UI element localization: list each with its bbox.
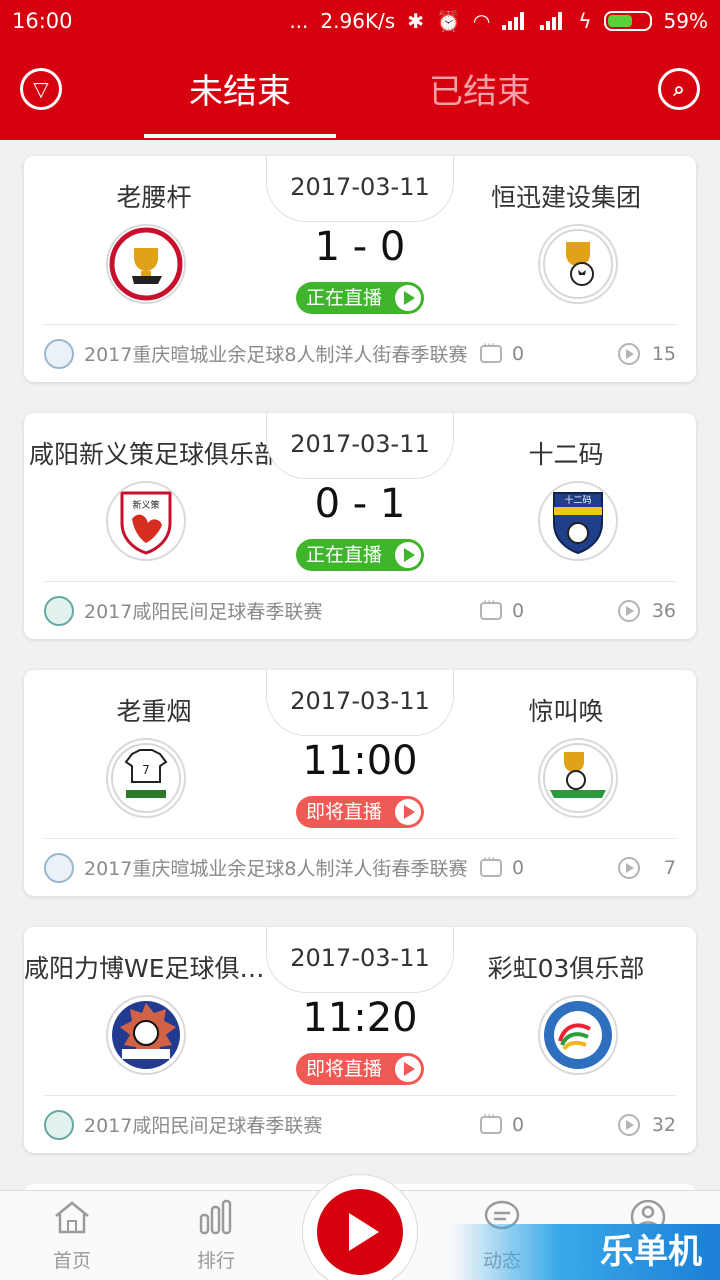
view-count: 32 bbox=[651, 1113, 676, 1136]
play-icon bbox=[395, 799, 421, 825]
tab-unfinished[interactable]: 未结束 bbox=[144, 64, 336, 124]
status-indicators: ... 2.96K/s ✱ ⏰ ◠ ϟ 59% bbox=[289, 9, 708, 33]
status-dots: ... bbox=[289, 9, 309, 33]
play-icon bbox=[395, 1056, 421, 1082]
app-header: ▽ 未结束 已结束 ⌕ bbox=[0, 42, 720, 140]
status-bar: 16:00 ... 2.96K/s ✱ ⏰ ◠ ϟ 59% bbox=[0, 0, 720, 42]
league-icon bbox=[44, 1109, 74, 1140]
league-icon bbox=[44, 595, 74, 626]
away-team-logo bbox=[538, 224, 618, 304]
match-card[interactable]: 咸阳力博WE足球俱乐部 2017-03-11 彩虹03俱乐部 11:20 即将直… bbox=[24, 927, 696, 1153]
battery-percent: 59% bbox=[663, 9, 708, 33]
upcoming-status-button[interactable]: 即将直播 bbox=[296, 1053, 424, 1085]
search-icon[interactable]: ⌕ bbox=[658, 68, 700, 110]
home-team-logo bbox=[106, 224, 186, 304]
comment-icon[interactable] bbox=[480, 852, 502, 877]
home-team-logo: 新义策 bbox=[106, 481, 186, 561]
upcoming-status-label: 即将直播 bbox=[306, 801, 383, 823]
play-icon bbox=[317, 1189, 403, 1275]
play-count-icon bbox=[617, 599, 640, 622]
network-speed: 2.96K/s bbox=[320, 9, 396, 33]
match-date: 2017-03-11 bbox=[266, 156, 454, 222]
view-count: 7 bbox=[663, 856, 676, 879]
play-count-icon bbox=[618, 856, 640, 879]
home-icon bbox=[55, 1201, 89, 1234]
comment-count: 0 bbox=[512, 599, 525, 622]
match-card[interactable]: 咸阳新义策足球俱乐部 2017-03-11 十二码 新义策 0 - 1 正在直播… bbox=[24, 413, 696, 639]
ranking-icon bbox=[199, 1199, 232, 1235]
nav-rank[interactable]: 排行 bbox=[166, 1199, 266, 1273]
away-team-name: 彩虹03俱乐部 bbox=[487, 954, 645, 983]
away-team-name: 十二码 bbox=[528, 440, 604, 469]
nav-rank-label: 排行 bbox=[196, 1250, 235, 1272]
center-play-button[interactable] bbox=[302, 1174, 418, 1280]
view-count: 15 bbox=[651, 342, 676, 365]
live-status-button[interactable]: 正在直播 bbox=[296, 539, 424, 571]
home-team-name: 老腰杆 bbox=[116, 183, 192, 212]
signal-icon bbox=[502, 12, 528, 30]
play-icon bbox=[395, 542, 421, 568]
comment-icon[interactable] bbox=[480, 595, 502, 620]
live-status-label: 正在直播 bbox=[306, 544, 383, 566]
match-footer: 2017重庆暄城业余足球8人制洋人街春季联赛 0 15 bbox=[44, 324, 676, 382]
live-status-label: 正在直播 bbox=[306, 287, 383, 309]
match-card[interactable]: 老腰杆 2017-03-11 恒迅建设集团 1 - 0 正在直播 2017重庆暄… bbox=[24, 156, 696, 382]
match-footer: 2017重庆暄城业余足球8人制洋人街春季联赛 0 7 bbox=[44, 838, 676, 896]
comment-count: 0 bbox=[512, 856, 525, 879]
match-card[interactable]: 老重烟 2017-03-11 惊叫唤 7 11:00 即将直播 2017重庆暄城… bbox=[24, 670, 696, 896]
home-team-name: 咸阳力博WE足球俱乐部 bbox=[24, 954, 284, 983]
league-name[interactable]: 2017重庆暄城业余足球8人制洋人街春季联赛 bbox=[84, 854, 474, 881]
nav-home[interactable]: 首页 bbox=[22, 1199, 122, 1273]
home-team-name: 老重烟 bbox=[116, 697, 192, 726]
play-icon bbox=[395, 285, 421, 311]
league-name[interactable]: 2017咸阳民间足球春季联赛 bbox=[84, 597, 474, 624]
home-team-logo: 7 bbox=[106, 738, 186, 818]
live-status-button[interactable]: 正在直播 bbox=[296, 282, 424, 314]
comment-icon[interactable] bbox=[480, 1109, 502, 1134]
score: 0 - 1 bbox=[314, 481, 406, 527]
play-count-icon bbox=[617, 1113, 640, 1136]
upcoming-status-label: 即将直播 bbox=[306, 1058, 383, 1080]
kickoff-time: 11:00 bbox=[302, 738, 418, 784]
away-team-name: 恒迅建设集团 bbox=[490, 183, 641, 212]
signal-icon-2 bbox=[540, 12, 566, 30]
alarm-icon: ⏰ bbox=[435, 9, 461, 33]
svg-text:新义策: 新义策 bbox=[132, 499, 159, 511]
battery-icon bbox=[603, 11, 652, 31]
charging-icon: ϟ bbox=[578, 9, 592, 33]
comment-icon[interactable] bbox=[480, 338, 502, 363]
league-name[interactable]: 2017重庆暄城业余足球8人制洋人街春季联赛 bbox=[84, 340, 474, 367]
svg-text:7: 7 bbox=[142, 763, 150, 777]
filter-icon[interactable]: ▽ bbox=[20, 68, 62, 110]
match-date: 2017-03-11 bbox=[266, 927, 454, 993]
bluetooth-icon: ✱ bbox=[407, 9, 424, 33]
active-tab-indicator bbox=[144, 134, 336, 138]
match-footer: 2017咸阳民间足球春季联赛 0 32 bbox=[44, 1095, 676, 1153]
nav-home-label: 首页 bbox=[52, 1250, 91, 1272]
away-team-name: 惊叫唤 bbox=[528, 697, 604, 726]
away-team-logo: 十二码 bbox=[538, 481, 618, 561]
score: 1 - 0 bbox=[314, 224, 406, 270]
away-team-logo bbox=[538, 995, 618, 1075]
watermark-logo: 乐单机 bbox=[450, 1224, 720, 1280]
match-date: 2017-03-11 bbox=[266, 413, 454, 479]
view-count: 36 bbox=[651, 599, 676, 622]
upcoming-status-button[interactable]: 即将直播 bbox=[296, 796, 424, 828]
league-icon bbox=[44, 338, 74, 369]
wifi-icon: ◠ bbox=[472, 9, 491, 33]
kickoff-time: 11:20 bbox=[302, 995, 418, 1041]
league-icon bbox=[44, 852, 74, 883]
status-time: 16:00 bbox=[12, 9, 73, 33]
home-team-name: 咸阳新义策足球俱乐部 bbox=[28, 440, 279, 469]
tab-finished[interactable]: 已结束 bbox=[384, 64, 576, 124]
comment-count: 0 bbox=[512, 342, 525, 365]
comment-count: 0 bbox=[512, 1113, 525, 1136]
away-team-logo bbox=[538, 738, 618, 818]
svg-text:十二码: 十二码 bbox=[564, 494, 591, 506]
league-name[interactable]: 2017咸阳民间足球春季联赛 bbox=[84, 1111, 474, 1138]
home-team-logo bbox=[106, 995, 186, 1075]
match-footer: 2017咸阳民间足球春季联赛 0 36 bbox=[44, 581, 676, 639]
match-date: 2017-03-11 bbox=[266, 670, 454, 736]
play-count-icon bbox=[617, 342, 640, 365]
